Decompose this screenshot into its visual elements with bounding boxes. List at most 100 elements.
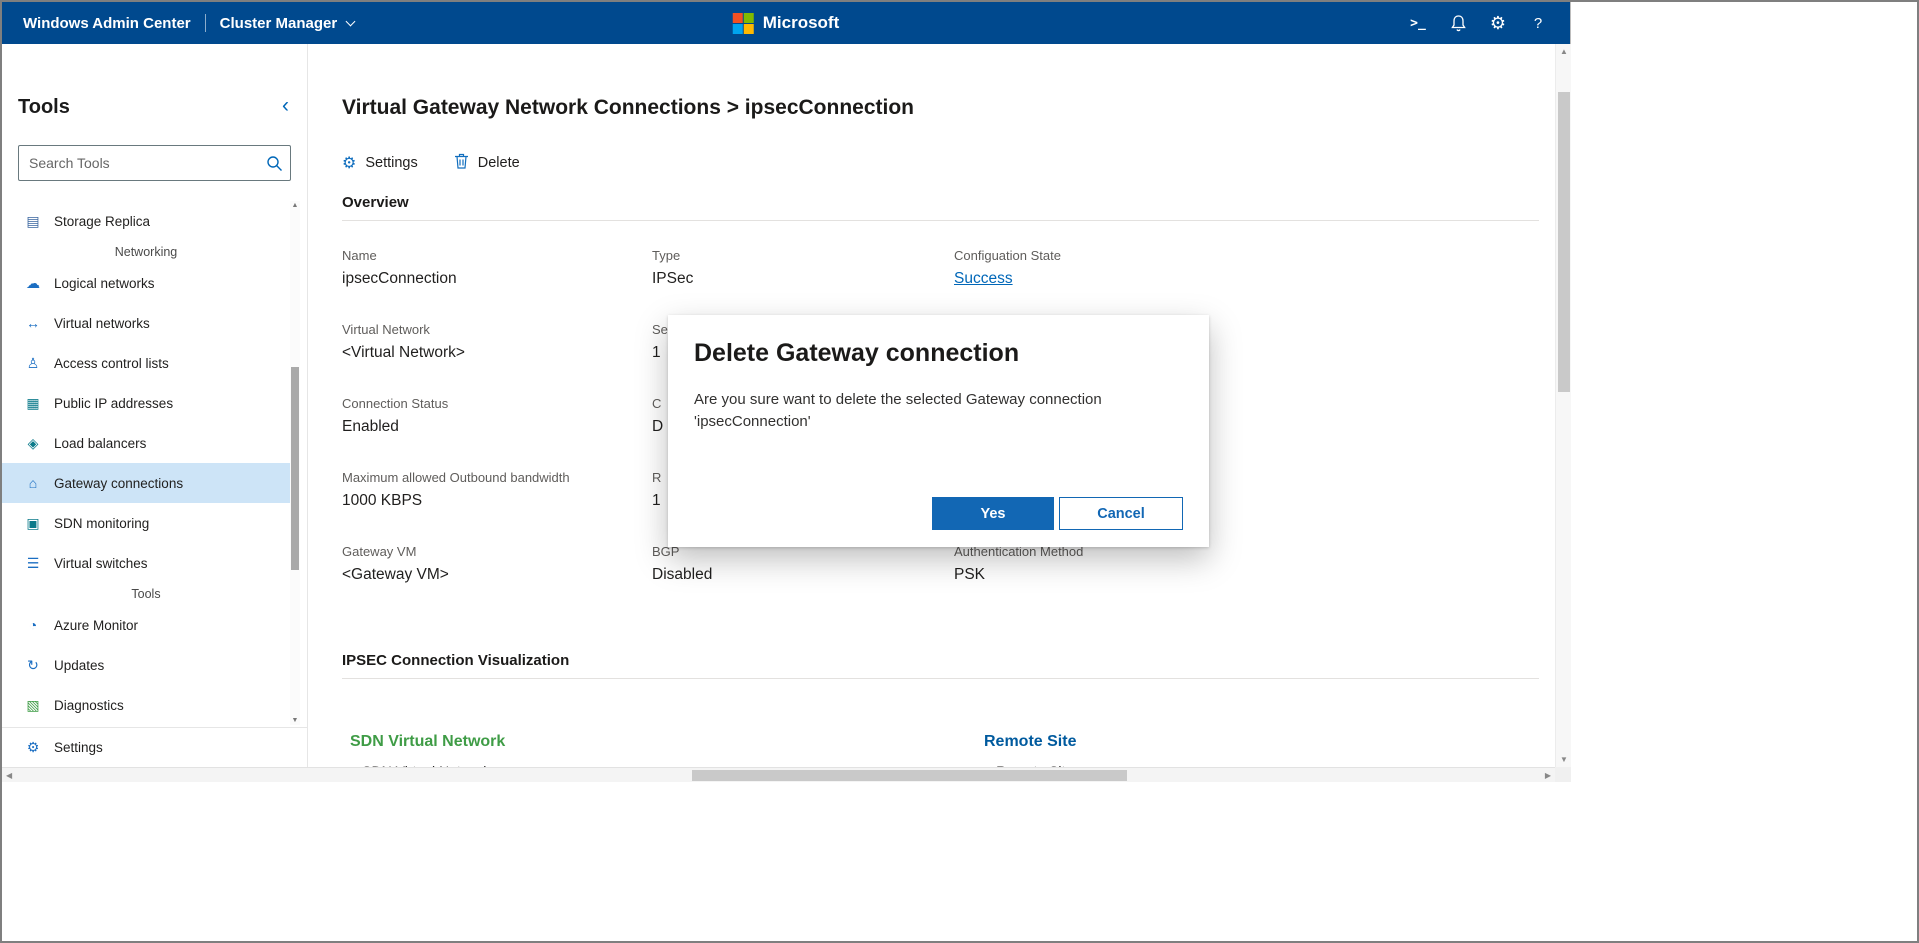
- sidebar-item-label: Public IP addresses: [54, 396, 173, 411]
- sidebar-section-tools: Tools: [2, 583, 290, 605]
- sidebar-item-sdn-monitoring[interactable]: ▣ SDN monitoring: [2, 503, 290, 543]
- field-value: 1000 KBPS: [342, 492, 652, 510]
- sidebar-item-label: Azure Monitor: [54, 618, 138, 633]
- delete-button-label: Delete: [478, 155, 520, 171]
- scroll-left-icon[interactable]: ◀: [6, 771, 12, 780]
- dialog-title: Delete Gateway connection: [694, 339, 1183, 368]
- delete-gateway-dialog: Delete Gateway connection Are you sure w…: [668, 315, 1209, 547]
- horizontal-scrollbar[interactable]: ◀ ▶: [2, 767, 1555, 782]
- scrollbar-corner: [1555, 767, 1571, 782]
- sidebar-item-virtual-networks[interactable]: ↔ Virtual networks: [2, 303, 290, 343]
- sidebar-scrollbar[interactable]: ▲ ▼: [290, 201, 300, 725]
- sidebar-item-load-balancers[interactable]: ◈ Load balancers: [2, 423, 290, 463]
- overview-heading: Overview: [342, 194, 1539, 211]
- settings-gear-icon: ⚙: [23, 739, 43, 756]
- public-ip-addresses-icon: ▦: [23, 395, 43, 412]
- scroll-up-icon[interactable]: ▲: [290, 202, 300, 209]
- overview-field: Name ipsecConnection: [342, 248, 652, 322]
- sidebar-item-storage-replica[interactable]: ▤ Storage Replica: [2, 201, 290, 241]
- overview-field: BGP Disabled: [652, 544, 954, 618]
- field-label: Virtual Network: [342, 322, 652, 338]
- scroll-down-icon[interactable]: ▼: [1556, 755, 1572, 764]
- search-input[interactable]: [19, 155, 258, 171]
- notifications-bell-icon[interactable]: [1438, 2, 1478, 44]
- sidebar-title: Tools: [18, 96, 70, 119]
- load-balancers-icon: ◈: [23, 435, 43, 452]
- gateway-connections-icon: ⌂: [23, 475, 43, 491]
- cancel-button[interactable]: Cancel: [1059, 497, 1183, 530]
- scroll-right-icon[interactable]: ▶: [1545, 771, 1551, 780]
- horizontal-scrollbar-thumb[interactable]: [692, 770, 1127, 781]
- scroll-up-icon[interactable]: ▲: [1556, 47, 1572, 56]
- yes-button[interactable]: Yes: [932, 497, 1054, 530]
- vertical-scrollbar-thumb[interactable]: [1558, 92, 1570, 392]
- overview-field: Authentication Method PSK: [954, 544, 1539, 618]
- trash-icon: [454, 153, 469, 173]
- configuration-state-link[interactable]: Success: [954, 270, 1539, 288]
- settings-gear-icon: ⚙: [342, 153, 356, 173]
- sidebar-item-access-control-lists[interactable]: ♙ Access control lists: [2, 343, 290, 383]
- settings-gear-icon[interactable]: ⚙: [1478, 2, 1518, 44]
- updates-icon: ↻: [23, 657, 43, 674]
- sdn-virtual-network-title: SDN Virtual Network: [350, 733, 505, 751]
- virtual-switches-icon: ☰: [23, 555, 43, 572]
- field-label: Name: [342, 248, 652, 264]
- search-box: [18, 145, 291, 181]
- sidebar-item-public-ip-addresses[interactable]: ▦ Public IP addresses: [2, 383, 290, 423]
- overview-field: Type IPSec: [652, 248, 954, 322]
- collapse-sidebar-icon[interactable]: ‹: [282, 94, 289, 118]
- sidebar-item-label: Gateway connections: [54, 476, 183, 491]
- sidebar-item-virtual-switches[interactable]: ☰ Virtual switches: [2, 543, 290, 583]
- overview-field: Virtual Network <Virtual Network>: [342, 322, 652, 396]
- sidebar-item-settings[interactable]: ⚙ Settings: [2, 727, 307, 767]
- sdn-monitoring-icon: ▣: [23, 515, 43, 532]
- overview-field: Maximum allowed Outbound bandwidth 1000 …: [342, 470, 652, 544]
- field-label: Gateway VM: [342, 544, 652, 560]
- field-value: PSK: [954, 566, 1539, 584]
- section-divider: [342, 220, 1539, 221]
- microsoft-logo-icon: [733, 13, 754, 34]
- sidebar-item-azure-monitor[interactable]: ◔ Azure Monitor: [2, 605, 290, 645]
- app-title[interactable]: Windows Admin Center: [23, 15, 191, 32]
- sidebar-section-networking: Networking: [2, 241, 290, 263]
- sidebar-item-label: Updates: [54, 658, 104, 673]
- sidebar-item-logical-networks[interactable]: ☁ Logical networks: [2, 263, 290, 303]
- settings-button-label: Settings: [365, 155, 417, 171]
- tools-sidebar: Tools ‹ ▤ Storage Replica Networking ☁ L…: [2, 44, 308, 767]
- diagnostics-icon: ▧: [23, 697, 43, 714]
- solution-dropdown[interactable]: Cluster Manager: [220, 15, 355, 32]
- sidebar-item-label: SDN monitoring: [54, 516, 149, 531]
- settings-button[interactable]: ⚙ Settings: [342, 153, 418, 173]
- overview-field: Gateway VM <Gateway VM>: [342, 544, 652, 618]
- dialog-body: Are you sure want to delete the selected…: [694, 389, 1164, 433]
- sidebar-item-label: Access control lists: [54, 356, 169, 371]
- sidebar-item-label: Logical networks: [54, 276, 155, 291]
- field-label: Connection Status: [342, 396, 652, 412]
- tools-nav: ▤ Storage Replica Networking ☁ Logical n…: [2, 201, 290, 725]
- brand-name: Microsoft: [763, 13, 840, 33]
- sidebar-item-label: Settings: [54, 740, 103, 755]
- search-icon[interactable]: [258, 155, 290, 172]
- powershell-icon[interactable]: >_: [1398, 2, 1438, 44]
- sidebar-item-updates[interactable]: ↻ Updates: [2, 645, 290, 685]
- solution-label: Cluster Manager: [220, 15, 338, 32]
- sidebar-scrollbar-thumb[interactable]: [291, 367, 299, 570]
- storage-replica-icon: ▤: [23, 213, 43, 230]
- scroll-down-icon[interactable]: ▼: [290, 717, 300, 724]
- sidebar-item-label: Virtual switches: [54, 556, 148, 571]
- sidebar-item-diagnostics[interactable]: ▧ Diagnostics: [2, 685, 290, 725]
- main-vertical-scrollbar[interactable]: ▲ ▼: [1555, 44, 1571, 767]
- delete-button[interactable]: Delete: [454, 153, 520, 173]
- logical-networks-icon: ☁: [23, 275, 43, 292]
- access-control-lists-icon: ♙: [23, 355, 43, 372]
- top-bar-actions: >_ ⚙ ?: [1398, 2, 1558, 44]
- overview-field: Connection Status Enabled: [342, 396, 652, 470]
- field-label: Type: [652, 248, 954, 264]
- remote-site-title: Remote Site: [984, 733, 1081, 751]
- top-bar-left: Windows Admin Center Cluster Manager: [23, 2, 354, 44]
- help-icon[interactable]: ?: [1518, 2, 1558, 44]
- chevron-down-icon: [346, 16, 356, 26]
- top-bar: Windows Admin Center Cluster Manager Mic…: [2, 2, 1570, 44]
- sidebar-item-label: Storage Replica: [54, 214, 150, 229]
- sidebar-item-gateway-connections[interactable]: ⌂ Gateway connections: [2, 463, 290, 503]
